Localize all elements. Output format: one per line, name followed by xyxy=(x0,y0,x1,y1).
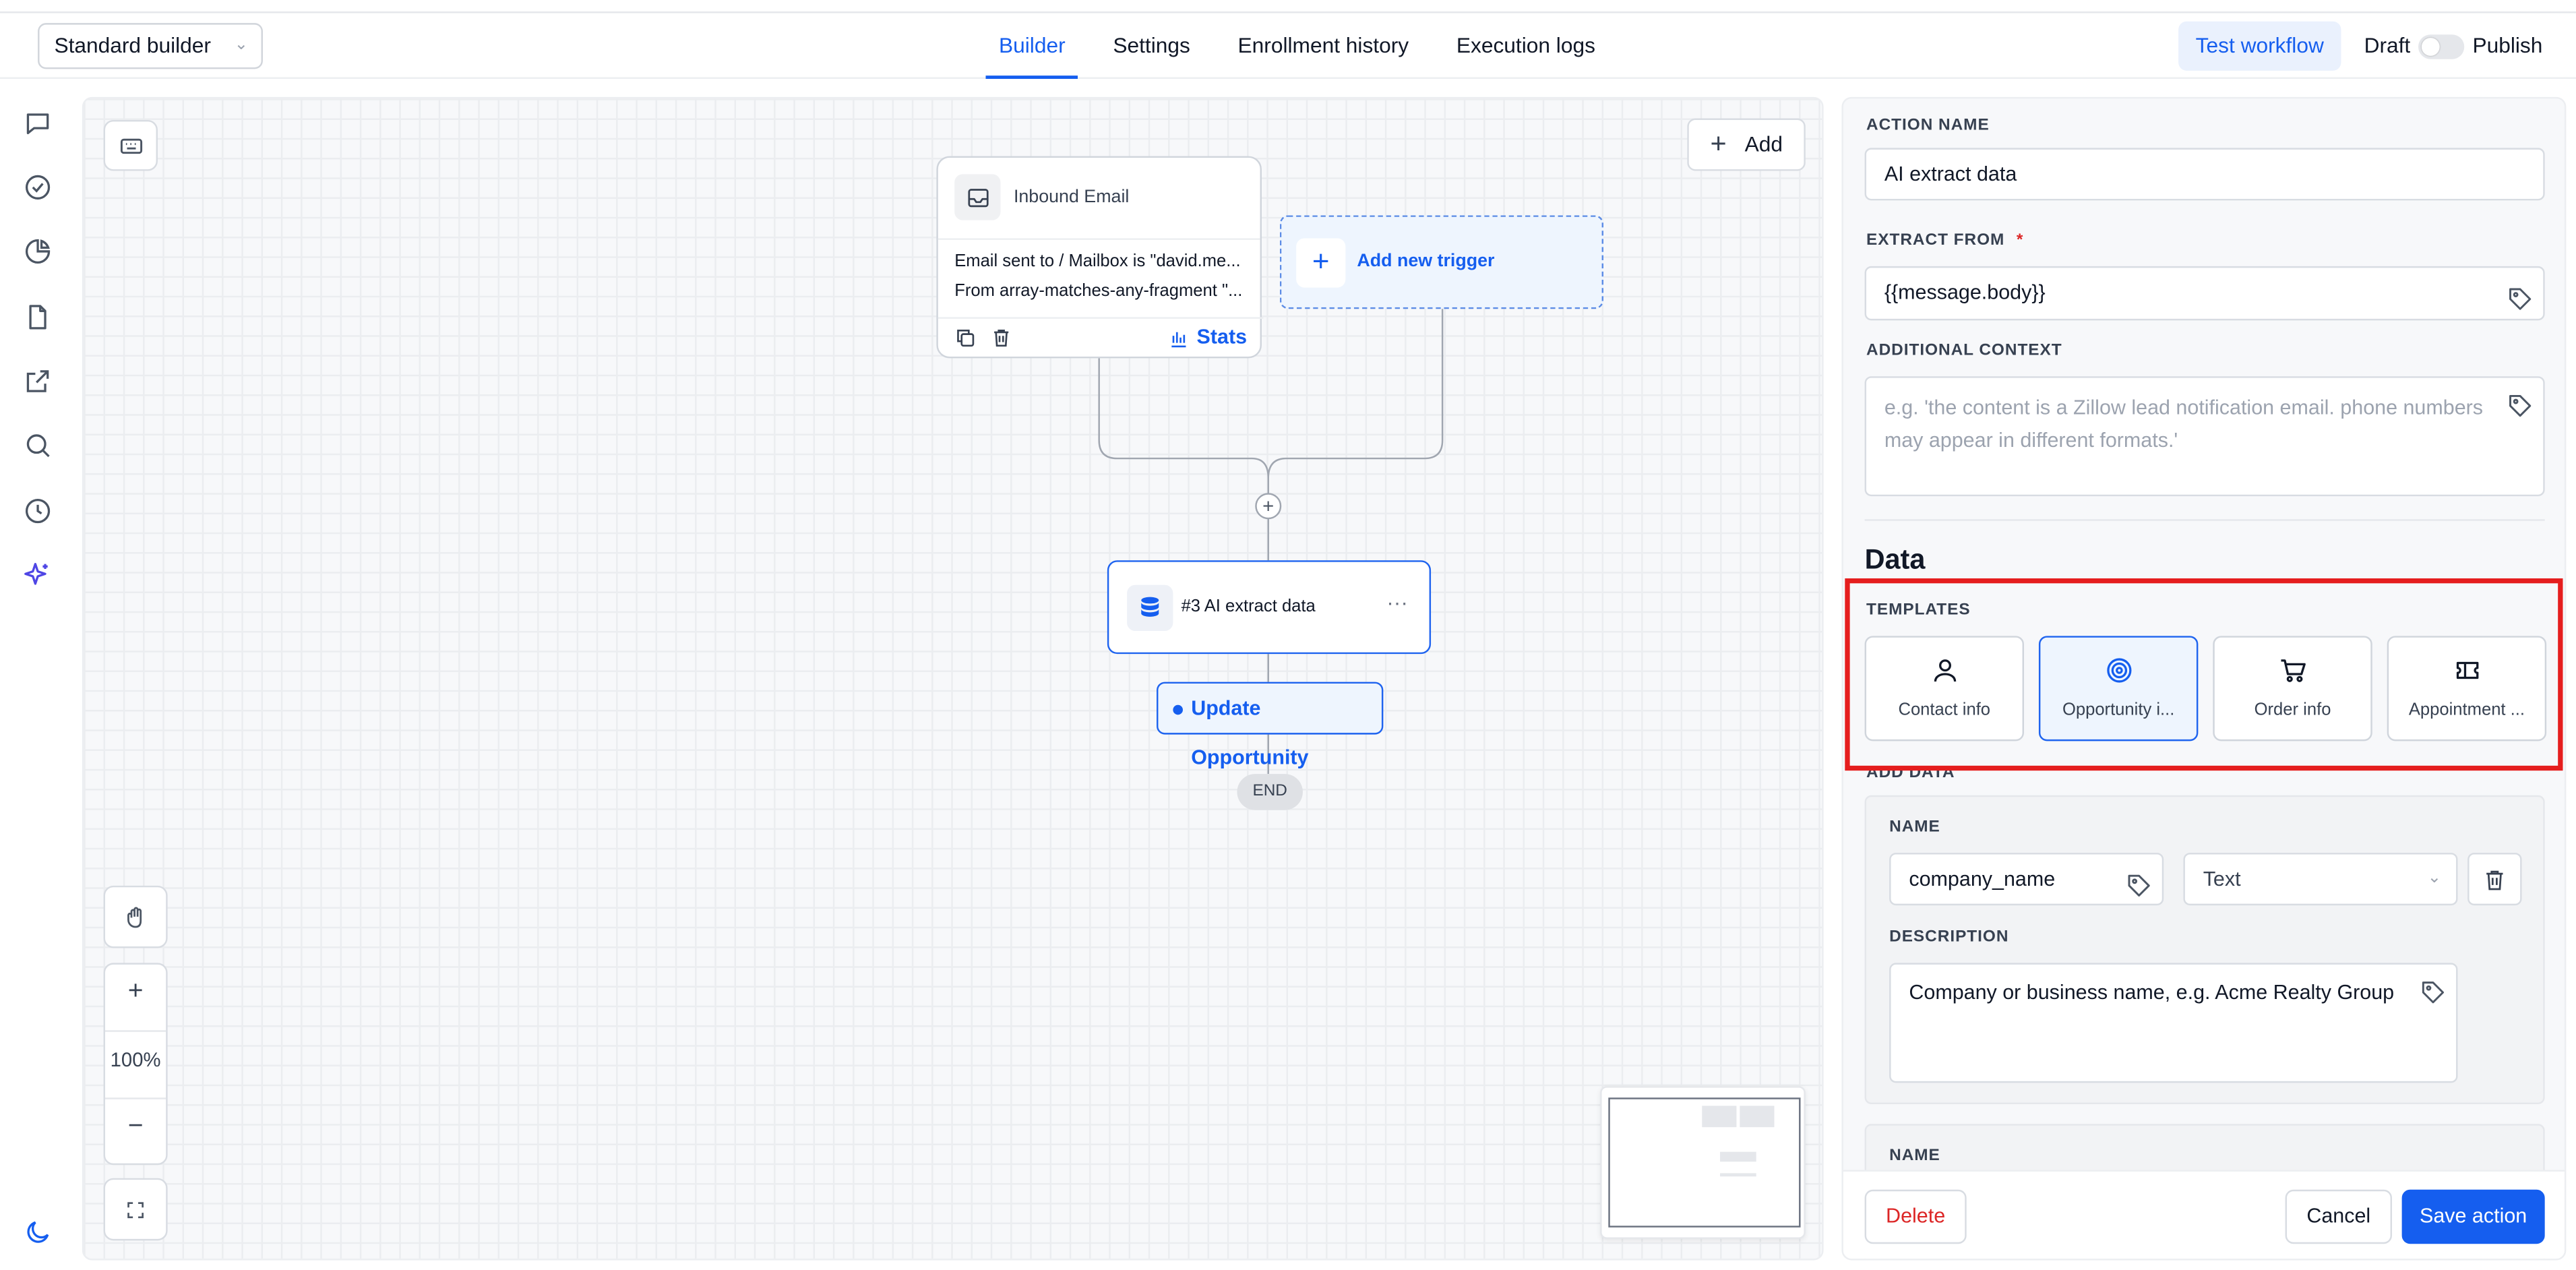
trigger-condition-2: From array-matches-any-fragment "... xyxy=(954,280,1243,301)
field-type-value: Text xyxy=(2203,868,2241,891)
test-workflow-button[interactable]: Test workflow xyxy=(2178,21,2341,71)
action-name-label: ACTION NAME xyxy=(1866,117,1990,135)
zoom-controls: + 100% − xyxy=(103,963,168,1166)
tab-bar: Builder Settings Enrollment history Exec… xyxy=(985,15,1630,79)
field-name-label: NAME xyxy=(1889,1147,1940,1166)
additional-context-label: ADDITIONAL CONTEXT xyxy=(1866,342,2062,360)
draft-label: Draft xyxy=(2364,32,2411,58)
field-name-label: NAME xyxy=(1889,818,1940,837)
bar-chart-icon xyxy=(1168,329,1190,355)
check-circle-icon[interactable] xyxy=(23,173,53,202)
trigger-card[interactable]: Inbound Email Email sent to / Mailbox is… xyxy=(936,156,1264,359)
tag-icon[interactable] xyxy=(2507,393,2534,419)
builder-select[interactable]: Standard builder ⌄ xyxy=(38,23,263,69)
more-icon[interactable]: ··· xyxy=(1386,590,1408,615)
sparkles-icon[interactable] xyxy=(23,560,53,590)
plus-icon: + xyxy=(1296,238,1346,288)
required-mark: * xyxy=(2016,231,2024,250)
fit-view-button[interactable] xyxy=(103,1178,168,1241)
minimap[interactable] xyxy=(1600,1086,1806,1239)
extract-from-value: {{message.body}} xyxy=(1884,280,2046,304)
trigger-card-header: Inbound Email xyxy=(938,158,1260,240)
trash-icon[interactable] xyxy=(991,327,1012,353)
minimap-node xyxy=(1740,1106,1775,1128)
field-description-value: Company or business name, e.g. Acme Real… xyxy=(1909,981,2395,1004)
tab-execution-logs[interactable]: Execution logs xyxy=(1443,15,1608,79)
database-icon xyxy=(1127,584,1173,631)
data-heading: Data xyxy=(1864,543,1926,576)
add-new-trigger[interactable]: + Add new trigger xyxy=(1279,215,1603,309)
inbox-icon xyxy=(954,174,1001,220)
templates-highlight-box xyxy=(1845,578,2563,771)
zoom-in-button[interactable]: + xyxy=(105,977,166,1007)
copy-icon[interactable] xyxy=(954,327,976,353)
top-edge xyxy=(0,0,2576,13)
search-icon[interactable] xyxy=(23,431,53,460)
status-dot xyxy=(1173,704,1183,715)
minimap-node xyxy=(1702,1106,1737,1128)
zoom-level: 100% xyxy=(110,1048,161,1072)
add-new-trigger-label: Add new trigger xyxy=(1357,251,1495,272)
zoom-out-button[interactable]: − xyxy=(105,1112,166,1142)
save-action-button[interactable]: Save action xyxy=(2401,1189,2545,1244)
tag-icon[interactable] xyxy=(2126,868,2152,897)
field-description-input[interactable]: Company or business name, e.g. Acme Real… xyxy=(1889,963,2458,1083)
cancel-button[interactable]: Cancel xyxy=(2285,1189,2392,1244)
tag-icon[interactable] xyxy=(2420,979,2446,1006)
minimap-node xyxy=(1720,1173,1756,1177)
action-card-label: #3 AI extract data xyxy=(1181,596,1316,617)
toggle-knob xyxy=(2421,38,2440,56)
extract-from-label: EXTRACT FROM * xyxy=(1866,231,2024,250)
tab-builder[interactable]: Builder xyxy=(985,15,1079,79)
trigger-condition-1: Email sent to / Mailbox is "david.me... xyxy=(954,251,1241,272)
panel-footer: Delete Cancel Save action xyxy=(1843,1170,2565,1259)
field-description-label: DESCRIPTION xyxy=(1889,928,2009,946)
chat-icon[interactable] xyxy=(23,109,53,138)
update-opportunity-label: Update Opportunity xyxy=(1191,696,1309,769)
publish-label: Publish xyxy=(2472,32,2543,58)
trash-icon xyxy=(2486,870,2503,890)
builder-select-label: Standard builder xyxy=(54,32,211,58)
end-node: END xyxy=(1237,774,1303,810)
workflow-canvas[interactable]: + Add Inbound Email Email sent to / Mail… xyxy=(82,96,1824,1261)
expand-icon xyxy=(127,1201,144,1217)
pan-tool-button[interactable] xyxy=(103,885,168,948)
action-name-input[interactable]: AI extract data xyxy=(1864,148,2545,201)
field-type-select[interactable]: Text ⌄ xyxy=(2183,853,2458,906)
chevron-down-icon: ⌄ xyxy=(2427,869,2442,888)
file-icon[interactable] xyxy=(23,303,53,332)
chevron-down-icon: ⌄ xyxy=(234,36,249,55)
field-name-value: company_name xyxy=(1909,868,2056,891)
history-icon[interactable] xyxy=(23,496,53,526)
tag-icon[interactable] xyxy=(2507,281,2534,310)
additional-context-input[interactable]: e.g. 'the content is a Zillow lead notif… xyxy=(1864,376,2545,497)
header-bar: Standard builder ⌄ Builder Settings Enro… xyxy=(0,14,2576,79)
trigger-title: Inbound Email xyxy=(1013,187,1130,208)
trigger-card-footer: Stats xyxy=(938,317,1264,358)
minimap-node xyxy=(1720,1151,1756,1162)
update-opportunity-node[interactable]: Update Opportunity xyxy=(1157,682,1384,769)
external-link-icon[interactable] xyxy=(23,367,53,396)
additional-context-placeholder: e.g. 'the content is a Zillow lead notif… xyxy=(1884,396,2484,452)
data-field-card: NAME company_name Text ⌄ DESCRIPTION Com… xyxy=(1864,795,2545,1104)
app-root: Standard builder ⌄ Builder Settings Enro… xyxy=(0,0,2576,1270)
left-rail xyxy=(0,79,79,1270)
action-card-ai-extract[interactable]: #3 AI extract data ··· xyxy=(1107,560,1432,655)
stats-link[interactable]: Stats xyxy=(1197,326,1248,349)
moon-icon[interactable] xyxy=(23,1217,53,1247)
delete-field-button[interactable] xyxy=(2467,853,2522,906)
field-name-input[interactable]: company_name xyxy=(1889,853,2164,906)
publish-toggle[interactable] xyxy=(2418,34,2465,59)
tab-settings[interactable]: Settings xyxy=(1100,15,1204,79)
hand-icon xyxy=(127,906,142,928)
insert-step-button[interactable]: + xyxy=(1255,493,1282,520)
pie-chart-icon[interactable] xyxy=(23,237,53,266)
divider xyxy=(1864,519,2545,521)
tab-enrollment-history[interactable]: Enrollment history xyxy=(1225,15,1422,79)
delete-button[interactable]: Delete xyxy=(1864,1189,1967,1244)
extract-from-input[interactable]: {{message.body}} xyxy=(1864,266,2545,321)
